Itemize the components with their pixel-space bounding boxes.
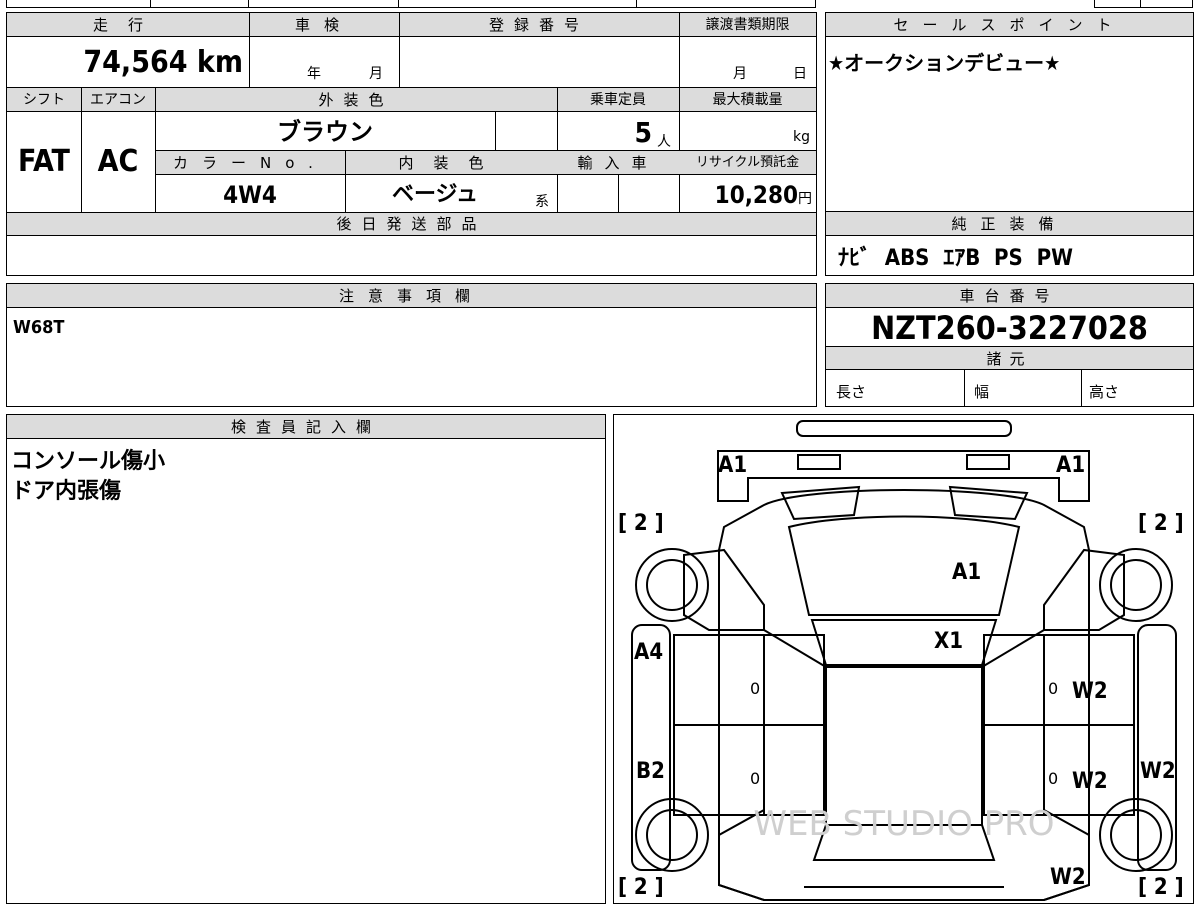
recycle-value: 10,280	[714, 181, 798, 209]
spec-width-label: 幅	[974, 383, 990, 401]
zero-left-front: 0	[750, 679, 761, 698]
sales-point-header: セールスポイント	[826, 13, 1193, 37]
watermark: WEB STUDIO PRO	[753, 804, 1054, 844]
mileage-header: 走行	[92, 16, 163, 34]
standard-equipment-header: 純正装備	[826, 212, 1193, 236]
capacity-header: 乗車定員	[590, 92, 646, 108]
inspector-panel: 検査員記入欄 コンソール傷小 ドア内張傷	[6, 414, 606, 904]
chassis-header: 車台番号	[826, 284, 1193, 308]
mileage-value: 74,564	[83, 45, 188, 80]
mark-right-front-door: W2	[1072, 679, 1108, 704]
mark-windshield: X1	[934, 629, 964, 654]
capacity-value: 5	[634, 116, 652, 149]
inspection-header: 車検	[294, 16, 353, 34]
zero-right-rear: 0	[1048, 769, 1059, 788]
bracket-top-left: [ 2 ]	[618, 511, 664, 536]
ac-value: AC	[97, 144, 139, 179]
max-load-header: 最大積載量	[712, 92, 783, 108]
color-no-value: 4W4	[223, 181, 277, 209]
zero-left-rear: 0	[750, 769, 761, 788]
interior-color-value: ベージュ	[391, 182, 479, 207]
import-header: 輸入車	[577, 154, 659, 172]
inspector-line-2: ドア内張傷	[11, 479, 122, 504]
exterior-color-header: 外装色	[318, 91, 394, 109]
inspector-line-1: コンソール傷小	[11, 449, 166, 474]
mark-front-left: A1	[718, 453, 748, 478]
sales-point-panel: セールスポイント ★オークションデビュー★	[825, 12, 1194, 212]
standard-equipment-panel: 純正装備 ﾅﾋﾞ ABS ｴｱB PS PW	[825, 211, 1194, 276]
vehicle-info-table: 走行 車検 登録番号 譲渡書類期限 74,564 km 年 月 月 日 シフト …	[6, 12, 817, 276]
mark-left-rear-side: B2	[636, 759, 665, 784]
mark-front-right: A1	[1056, 453, 1086, 478]
sales-point-text: ★オークションデビュー★	[828, 51, 1061, 75]
inspector-header: 検査員記入欄	[7, 415, 605, 439]
shift-value: FAT	[18, 144, 70, 179]
ac-header: エアコン	[90, 92, 146, 108]
mark-rear-right: W2	[1050, 865, 1086, 890]
mark-right-rear-side: W2	[1140, 759, 1176, 784]
chassis-panel: 車台番号 NZT260-3227028 諸元 長さ 幅 高さ	[825, 283, 1194, 407]
standard-equipment-text: ﾅﾋﾞ ABS ｴｱB PS PW	[838, 246, 1073, 271]
specs-header: 諸元	[826, 346, 1193, 370]
top-stub-row	[6, 0, 1193, 8]
mark-left-front-side: A4	[634, 640, 664, 665]
exterior-color-value: ブラウン	[277, 118, 373, 146]
notes-header: 注意事項欄	[7, 284, 816, 308]
chassis-number: NZT260-3227028	[871, 309, 1148, 347]
spec-height-label: 高さ	[1089, 383, 1120, 401]
bracket-bottom-right: [ 2 ]	[1138, 875, 1184, 900]
inspection-year-unit: 年	[307, 66, 321, 82]
later-parts-header: 後日発送部品	[336, 215, 487, 233]
transfer-deadline-header: 譲渡書類期限	[705, 17, 790, 33]
interior-color-suffix: 系	[535, 194, 549, 210]
notes-text: W68T	[13, 317, 65, 338]
capacity-unit: 人	[657, 134, 671, 150]
mileage-unit: km	[196, 45, 243, 80]
registration-header: 登録番号	[488, 16, 589, 34]
spec-length-label: 長さ	[836, 383, 867, 401]
recycle-header: リサイクル預託金	[695, 155, 800, 170]
vehicle-diagram-panel: WEB STUDIO PRO A1 A1 A1 X1 A4 B2 W2 W2 W…	[613, 414, 1194, 904]
interior-color-header: 内装色	[398, 154, 504, 172]
bracket-bottom-left: [ 2 ]	[618, 875, 664, 900]
color-no-header: カラーNo.	[173, 154, 327, 172]
notes-panel: 注意事項欄 W68T	[6, 283, 817, 407]
deadline-month-unit: 月	[733, 66, 747, 82]
deadline-day-unit: 日	[793, 66, 807, 82]
recycle-unit: 円	[798, 191, 812, 207]
inspection-month-unit: 月	[369, 66, 383, 82]
car-outline-diagram: WEB STUDIO PRO	[631, 420, 1177, 901]
max-load-unit: kg	[793, 129, 810, 145]
mark-hood: A1	[952, 560, 982, 585]
bracket-top-right: [ 2 ]	[1138, 511, 1184, 536]
mark-right-rear-door: W2	[1072, 769, 1108, 794]
shift-header: シフト	[23, 92, 65, 108]
zero-right-front: 0	[1048, 679, 1059, 698]
